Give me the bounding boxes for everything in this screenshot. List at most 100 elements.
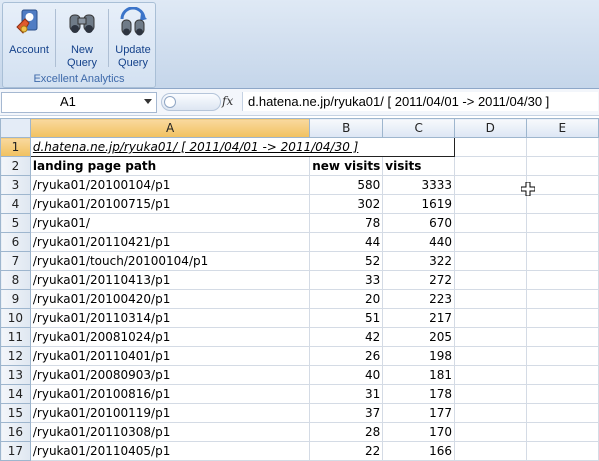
cell-landing-page-path[interactable]: /ryuka01/20110314/p1 (29, 308, 311, 328)
formula-input[interactable]: d.hatena.ne.jp/ryuka01/ [ 2011/04/01 -> … (242, 92, 598, 111)
cell[interactable] (525, 232, 599, 252)
cell[interactable] (454, 156, 527, 176)
cell[interactable] (525, 137, 599, 157)
cell-new-visits[interactable]: 44 (309, 232, 384, 252)
cell-visits[interactable]: 3333 (382, 175, 456, 195)
header-landing-page-path[interactable]: landing page path (29, 156, 311, 176)
header-new-visits[interactable]: new visits (309, 156, 384, 176)
cell[interactable] (525, 213, 599, 233)
cell-visits[interactable]: 178 (382, 384, 456, 404)
chevron-down-icon[interactable] (144, 99, 152, 104)
cell[interactable] (525, 403, 599, 423)
cell[interactable] (525, 384, 599, 404)
cell-landing-page-path[interactable]: /ryuka01/20110308/p1 (29, 422, 311, 442)
cell[interactable] (525, 194, 599, 214)
cell[interactable] (525, 441, 599, 461)
cell-landing-page-path[interactable]: /ryuka01/20100104/p1 (29, 175, 311, 195)
cell-visits[interactable]: 166 (382, 441, 456, 461)
cell-visits[interactable]: 198 (382, 346, 456, 366)
cell-a1-title[interactable]: d.hatena.ne.jp/ryuka01/ [ 2011/04/01 -> … (29, 137, 456, 157)
update-query-button[interactable]: Update Query (109, 7, 157, 71)
header-visits[interactable]: visits (382, 156, 456, 176)
cell[interactable] (454, 194, 527, 214)
cell-new-visits[interactable]: 40 (309, 365, 384, 385)
cell[interactable] (525, 327, 599, 347)
row-header[interactable]: 6 (0, 232, 31, 252)
cell[interactable] (454, 422, 527, 442)
row-header[interactable]: 17 (0, 441, 31, 461)
account-button[interactable]: Account (5, 7, 53, 71)
column-header-b[interactable]: B (309, 118, 384, 138)
row-header[interactable]: 8 (0, 270, 31, 290)
cell-visits[interactable]: 177 (382, 403, 456, 423)
cell-landing-page-path[interactable]: /ryuka01/20110405/p1 (29, 441, 311, 461)
cell-visits[interactable]: 1619 (382, 194, 456, 214)
cell[interactable] (454, 308, 527, 328)
cell[interactable] (525, 289, 599, 309)
select-all-corner[interactable] (0, 118, 31, 138)
cell-new-visits[interactable]: 37 (309, 403, 384, 423)
cell[interactable] (454, 384, 527, 404)
insert-function-button[interactable]: fx (222, 94, 233, 108)
row-header[interactable]: 2 (0, 156, 31, 176)
cell[interactable] (454, 289, 527, 309)
row-header[interactable]: 3 (0, 175, 31, 195)
row-header[interactable]: 11 (0, 327, 31, 347)
cell-new-visits[interactable]: 302 (309, 194, 384, 214)
cell[interactable] (525, 175, 599, 195)
cell-landing-page-path[interactable]: /ryuka01/20081024/p1 (29, 327, 311, 347)
new-query-button[interactable]: New Query (58, 7, 106, 71)
row-header[interactable]: 4 (0, 194, 31, 214)
cell[interactable] (454, 365, 527, 385)
cell-visits[interactable]: 223 (382, 289, 456, 309)
cell-visits[interactable]: 670 (382, 213, 456, 233)
cell[interactable] (525, 365, 599, 385)
cell[interactable] (525, 270, 599, 290)
cell-landing-page-path[interactable]: /ryuka01/20110413/p1 (29, 270, 311, 290)
cell-new-visits[interactable]: 20 (309, 289, 384, 309)
cell-landing-page-path[interactable]: /ryuka01/ (29, 213, 311, 233)
cell-new-visits[interactable]: 51 (309, 308, 384, 328)
cell[interactable] (525, 346, 599, 366)
cell[interactable] (454, 251, 527, 271)
cell-new-visits[interactable]: 580 (309, 175, 384, 195)
cell-new-visits[interactable]: 22 (309, 441, 384, 461)
cell[interactable] (454, 327, 527, 347)
cell-new-visits[interactable]: 33 (309, 270, 384, 290)
cell-landing-page-path[interactable]: /ryuka01/20110421/p1 (29, 232, 311, 252)
cell[interactable] (525, 251, 599, 271)
cell-visits[interactable]: 181 (382, 365, 456, 385)
cell-new-visits[interactable]: 31 (309, 384, 384, 404)
cell[interactable] (454, 346, 527, 366)
cell[interactable] (454, 213, 527, 233)
cell-landing-page-path[interactable]: /ryuka01/20100420/p1 (29, 289, 311, 309)
cell-visits[interactable]: 322 (382, 251, 456, 271)
column-header-c[interactable]: C (382, 118, 456, 138)
row-header[interactable]: 9 (0, 289, 31, 309)
cell-new-visits[interactable]: 52 (309, 251, 384, 271)
cell[interactable] (454, 403, 527, 423)
cell[interactable] (525, 156, 599, 176)
row-header[interactable]: 16 (0, 422, 31, 442)
cell-landing-page-path[interactable]: /ryuka01/touch/20100104/p1 (29, 251, 311, 271)
cell[interactable] (525, 308, 599, 328)
column-header-e[interactable]: E (525, 118, 599, 138)
row-header[interactable]: 13 (0, 365, 31, 385)
cell-landing-page-path[interactable]: /ryuka01/20100119/p1 (29, 403, 311, 423)
cell-new-visits[interactable]: 78 (309, 213, 384, 233)
row-header[interactable]: 12 (0, 346, 31, 366)
cell-new-visits[interactable]: 42 (309, 327, 384, 347)
name-box-resize-handle[interactable] (161, 93, 221, 111)
cell[interactable] (454, 137, 527, 157)
cell-visits[interactable]: 205 (382, 327, 456, 347)
column-header-a[interactable]: A (29, 118, 311, 138)
cell-visits[interactable]: 272 (382, 270, 456, 290)
cell-landing-page-path[interactable]: /ryuka01/20100715/p1 (29, 194, 311, 214)
cell[interactable] (525, 422, 599, 442)
cell-new-visits[interactable]: 28 (309, 422, 384, 442)
row-header[interactable]: 10 (0, 308, 31, 328)
cell[interactable] (454, 175, 527, 195)
cell-landing-page-path[interactable]: /ryuka01/20100816/p1 (29, 384, 311, 404)
row-header[interactable]: 15 (0, 403, 31, 423)
cell-visits[interactable]: 217 (382, 308, 456, 328)
